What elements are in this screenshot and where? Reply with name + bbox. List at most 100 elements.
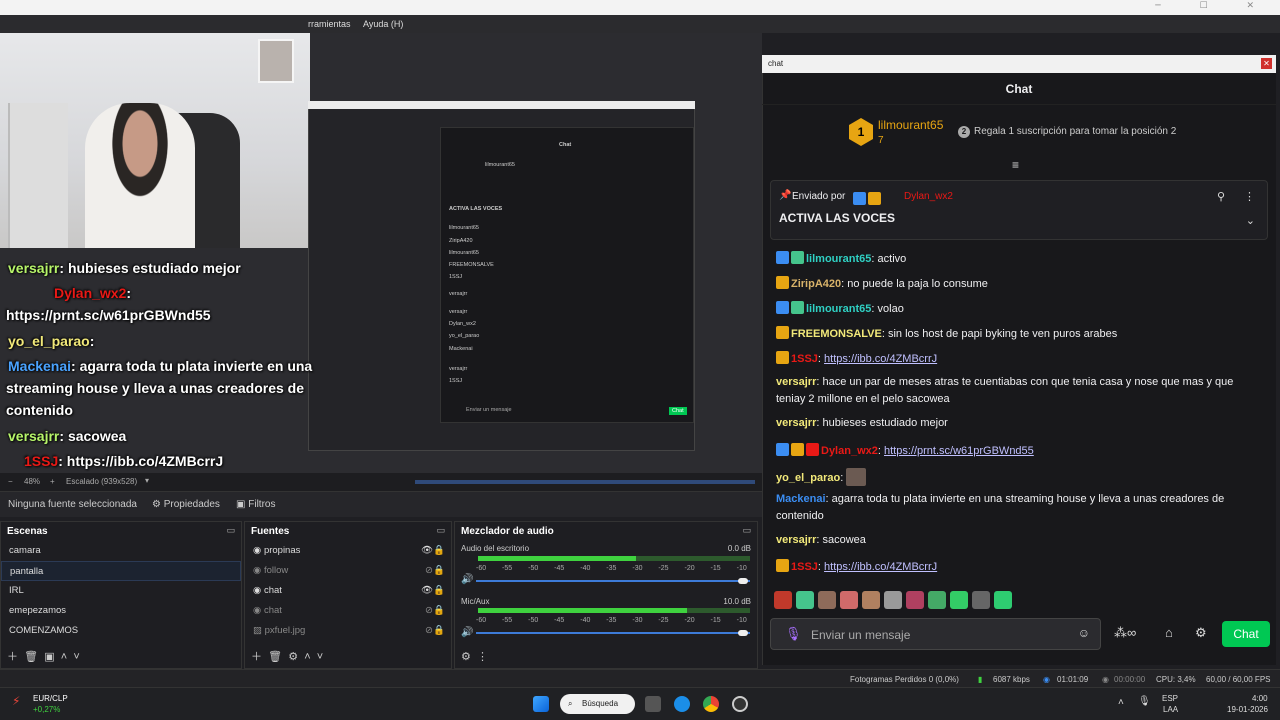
chat-username[interactable]: versajrr (776, 376, 816, 388)
edge-icon[interactable] (674, 696, 690, 712)
obs-icon[interactable] (732, 696, 748, 712)
eye-icon[interactable]: 👁 (421, 541, 433, 561)
emote-icon[interactable] (774, 591, 792, 609)
chat-link[interactable]: https://prnt.sc/w61prGBWnd55 (884, 445, 1034, 457)
chat-username[interactable]: Mackenai (776, 493, 826, 505)
chat-username[interactable]: versajrr (776, 534, 816, 546)
more-icon[interactable]: ⋮ (477, 651, 488, 663)
zoom-minus-icon[interactable]: − (8, 477, 13, 486)
clock-time[interactable]: 4:00 (1252, 694, 1268, 703)
chat-username[interactable]: lilmourant65 (806, 253, 871, 265)
lock-icon[interactable]: 🔒 (433, 581, 445, 601)
emote-icon[interactable] (840, 591, 858, 609)
eye-hidden-icon[interactable]: ⊘ (425, 561, 433, 581)
chevron-down-icon[interactable]: ⌄ (1246, 214, 1255, 227)
trash-icon[interactable]: 🗑 (24, 651, 38, 663)
source-item[interactable]: ◉ chat 👁 🔒 (245, 581, 451, 601)
scene-item-selected[interactable]: pantalla (1, 561, 241, 581)
gear-icon[interactable]: ⚙ (288, 651, 298, 663)
emote-icon[interactable] (994, 591, 1012, 609)
emote-icon[interactable] (972, 591, 990, 609)
dock-menu-icon[interactable]: ▭ (226, 525, 235, 536)
emoji-icon[interactable]: ☺ (1078, 626, 1090, 640)
scale-label[interactable]: Escalado (939x528) (66, 477, 137, 486)
emote-icon[interactable] (950, 591, 968, 609)
chevron-up-icon[interactable]: ˄ (1118, 697, 1124, 708)
scene-item[interactable]: COMENZAMOS (1, 621, 241, 641)
gear-icon[interactable]: ⚙ (461, 651, 471, 663)
source-item[interactable]: ◉ chat ⊘ 🔒 (245, 601, 451, 621)
chat-username[interactable]: 1SSJ (791, 353, 818, 365)
chat-input[interactable] (811, 626, 1061, 644)
chevron-up-icon[interactable]: ˄ (61, 651, 67, 663)
emote-icon[interactable] (884, 591, 902, 609)
pin-action-icon[interactable]: ⚲ (1217, 190, 1225, 203)
scene-item[interactable]: emepezamos (1, 601, 241, 621)
add-icon[interactable]: ＋ (7, 651, 18, 663)
filter-icon[interactable]: ▣ (44, 651, 54, 663)
dock-menu-icon[interactable]: ▭ (436, 525, 445, 536)
source-item[interactable]: ▨ pxfuel.jpg ⊘ 🔒 (245, 621, 451, 641)
microphone-icon[interactable]: 🎙 (1138, 696, 1151, 707)
eye-hidden-icon[interactable]: ⊘ (425, 621, 433, 641)
filters-button[interactable]: ▣ Filtros (236, 499, 275, 510)
preview-scrollbar[interactable] (415, 480, 755, 484)
chrome-icon[interactable] (703, 696, 719, 712)
eye-hidden-icon[interactable]: ⊘ (425, 601, 433, 621)
more-icon[interactable]: ⋮ (1244, 190, 1255, 203)
properties-button[interactable]: ⚙ Propiedades (152, 499, 220, 510)
lock-icon[interactable]: 🔒 (433, 561, 445, 581)
chevron-down-icon[interactable]: ˅ (317, 651, 323, 663)
speaker-icon[interactable]: 🔊 (461, 574, 473, 585)
source-item[interactable]: ◉ follow ⊘ 🔒 (245, 561, 451, 581)
chat-username[interactable]: ZiripA420 (791, 278, 841, 290)
gear-icon[interactable]: ⚙ (1195, 625, 1207, 641)
store-icon[interactable]: ⌂ (1165, 625, 1173, 640)
lock-icon[interactable]: 🔒 (433, 601, 445, 621)
send-chat-button[interactable]: Chat (1222, 621, 1270, 647)
ticker-name[interactable]: EUR/CLP (33, 694, 68, 703)
menu-tools[interactable]: rramientas (308, 19, 351, 29)
task-view-icon[interactable] (645, 696, 661, 712)
menu-help[interactable]: Ayuda (H) (363, 19, 403, 29)
source-item[interactable]: ◉ propinas 👁 🔒 (245, 541, 451, 561)
chevron-down-icon[interactable]: ˅ (73, 651, 79, 663)
lock-icon[interactable]: 🔒 (433, 621, 445, 641)
window-controls[interactable]: ─ ☐ ✕ (1155, 1, 1272, 11)
gift-sub-prompt[interactable]: Regala 1 suscripción para tomar la posic… (974, 126, 1176, 137)
dock-menu-icon[interactable]: ▭ (742, 525, 751, 536)
chat-username[interactable]: FREEMONSALVE (791, 328, 882, 340)
chat-link[interactable]: https://ibb.co/4ZMBcrrJ (824, 353, 937, 365)
scene-item[interactable]: camara (1, 541, 241, 561)
eye-icon[interactable]: 👁 (421, 581, 433, 601)
volume-slider-knob[interactable] (738, 630, 748, 636)
emote-icon[interactable] (796, 591, 814, 609)
chevron-up-icon[interactable]: ˄ (304, 651, 310, 663)
chat-username[interactable]: versajrr (776, 417, 816, 429)
language-primary[interactable]: ESP (1162, 694, 1178, 703)
collapse-icon[interactable]: ≡ (1012, 158, 1019, 172)
points-icon[interactable]: ⁂∞ (1114, 625, 1136, 641)
emote-icon[interactable] (906, 591, 924, 609)
volume-slider[interactable] (476, 632, 750, 634)
emote-icon[interactable] (818, 591, 836, 609)
close-icon[interactable]: ✕ (1261, 58, 1272, 69)
trash-icon[interactable]: 🗑 (268, 651, 282, 663)
scene-item[interactable]: IRL (1, 581, 241, 601)
top-gifter-name[interactable]: lilmourant65 (878, 118, 943, 132)
volume-slider-knob[interactable] (738, 578, 748, 584)
speaker-icon[interactable]: 🔊 (461, 627, 473, 638)
obs-preview[interactable]: Chat lilmourant65 ACTIVA LAS VOCES lilmo… (0, 33, 762, 473)
chat-username[interactable]: Dylan_wx2 (821, 445, 878, 457)
taskbar-search[interactable]: ⌕ Búsqueda (560, 694, 635, 714)
pinned-message[interactable]: 📌 Enviado por Dylan_wx2 ⚲ ⋮ ACTIVA LAS V… (770, 180, 1268, 240)
volume-slider[interactable] (476, 580, 750, 582)
chat-username[interactable]: yo_el_parao (776, 472, 840, 484)
emote-icon[interactable] (928, 591, 946, 609)
zoom-plus-icon[interactable]: + (50, 477, 55, 486)
chat-username[interactable]: lilmourant65 (806, 303, 871, 315)
emote-icon[interactable] (862, 591, 880, 609)
chat-link[interactable]: https://ibb.co/4ZMBcrrJ (824, 561, 937, 573)
windows-start-icon[interactable] (533, 696, 549, 712)
chevron-down-icon[interactable]: ▾ (145, 476, 149, 485)
